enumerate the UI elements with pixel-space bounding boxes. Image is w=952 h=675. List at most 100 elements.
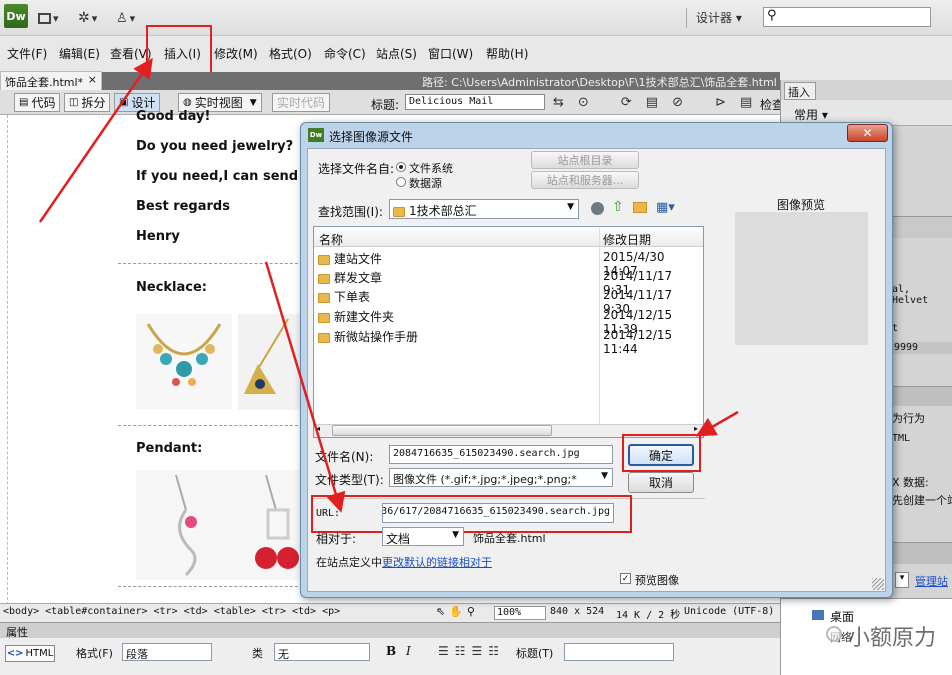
filename-label: 文件名(N): [315,450,374,464]
scroll-left-icon[interactable]: ◂ [316,424,320,433]
chevron-down-icon: ▼ [452,530,459,540]
email-line: Henry [136,229,180,244]
cancel-button[interactable]: 取消 [628,472,694,493]
menu-window[interactable]: 窗口(W) [428,45,473,62]
up-folder-icon[interactable]: ⇧ [612,199,624,215]
necklace-drawing [146,323,222,386]
column-name[interactable]: 名称 [319,231,343,248]
select-tool-icons[interactable]: ⇖✋⚲ [436,605,479,618]
title-attr-input[interactable] [564,643,674,661]
relative-select[interactable]: 文档 ▼ [382,527,464,546]
toolbar-icons[interactable]: ⇆⊙ ⟳▤⊘ ⊳▤ [553,95,766,110]
chevron-down-icon: ▼ [249,97,257,108]
canvas-margin [0,115,8,605]
filename-input[interactable]: 2084716635_615023490.search.jpg [389,445,613,464]
code-view-button[interactable]: ▤ 代码 [14,93,61,112]
manage-sites-link[interactable]: 管理站 [915,573,948,589]
format-select[interactable]: 段落 [122,643,212,661]
title-attr-label: 标题(T) [516,647,554,660]
email-line: Do you need jewelry? [136,139,294,154]
chevron-down-icon[interactable]: ▾ [895,572,909,588]
site-server-button[interactable]: 站点和服务器... [531,171,639,189]
live-code-label: 实时代码 [277,96,326,110]
design-icon: ▣ [119,97,129,108]
back-icon[interactable] [591,202,604,215]
resize-grip-icon[interactable] [872,578,884,590]
site-definition-note: 在站点定义中更改默认的链接相对于 [316,554,492,570]
menu-edit[interactable]: 编辑(E) [59,45,100,62]
bold-button[interactable]: B [386,644,396,658]
window-size[interactable]: 840 x 524 [550,606,604,617]
email-line: Best regards [136,199,230,214]
filetype-select[interactable]: 图像文件 (*.gif;*.jpg;*.jpeg;*.png;* ▼ [389,468,613,487]
new-folder-icon[interactable] [633,202,647,213]
image-preview [735,212,868,345]
table-border [118,263,308,264]
menu-format[interactable]: 格式(O) [269,45,312,62]
split-view-button[interactable]: ◫ 拆分 [64,93,111,112]
radio-datasource[interactable] [396,177,406,187]
preview-checkbox[interactable]: ✓ [620,573,631,584]
necklace-image-2[interactable] [238,314,302,410]
site-def-prefix: 在站点定义中 [316,556,382,569]
insert-category-select[interactable]: 常用 ▾ [794,106,828,123]
html-mode-button[interactable]: <> HTML [5,645,55,662]
menu-file[interactable]: 文件(F) [7,45,47,62]
radio-filesystem[interactable] [396,162,406,172]
encoding: Unicode (UTF-8) [684,606,775,617]
insert-panel-tab[interactable]: 插入 [784,82,816,100]
layout-menu-icon[interactable]: ▾ [38,9,59,27]
file-row[interactable]: 新建文件夹 2014/12/15 11:39 [318,308,698,336]
file-row[interactable]: 下单表 2014/11/17 9:30 [318,288,698,316]
menu-modify[interactable]: 修改(M) [214,45,258,62]
email-line: Good day! [136,109,211,124]
folder-icon [318,292,330,303]
scroll-right-icon[interactable]: ▸ [694,424,698,433]
panel-text: al, Helvet [892,284,929,306]
workspace-switcher[interactable]: 设计器 ▾ [696,9,742,26]
list-indent-icons[interactable]: ☰☷☰☷ [438,644,505,658]
highlight-ok-button [622,434,701,472]
highlight-insert-menu [146,25,212,78]
necklace-pendant-drawing [244,318,289,394]
file-row[interactable]: 新微站操作手册 2014/12/15 11:44 [318,328,698,356]
search-icon: ⚲ [767,8,777,23]
menu-commands[interactable]: 命令(C) [324,45,366,62]
zoom-select[interactable]: 100% [494,606,546,620]
file-row[interactable]: 群发文章 2014/11/17 9:31 [318,269,698,297]
italic-button[interactable]: I [406,644,411,658]
class-select[interactable]: 无 [274,643,370,661]
live-code-button[interactable]: 实时代码 [272,93,331,112]
menu-site[interactable]: 站点(S) [376,45,417,62]
change-default-link[interactable]: 更改默认的链接相对于 [382,556,492,569]
dreamweaver-logo: Dw [308,128,324,142]
radio-datasource-label: 数据源 [409,177,442,190]
site-icon[interactable]: ♙ ▾ [116,9,135,27]
file-row[interactable]: 建站文件 2015/4/30 14:07 [318,250,698,278]
filetype-value: 图像文件 (*.gif;*.jpg;*.jpeg;*.png;* [393,473,577,486]
lookin-value: 1技术部总汇 [409,204,477,218]
document-tab[interactable]: 饰品全套.html* × [0,71,102,90]
folder-icon [318,254,330,265]
tag-selector[interactable]: <body> <table#container> <tr> <td> <tabl… [3,606,340,617]
pendant-image[interactable] [136,470,302,580]
view-menu-icon[interactable]: ▦▾ [656,200,675,215]
relative-value: 文档 [386,532,411,546]
lookin-select[interactable]: 1技术部总汇 ▼ [389,199,579,219]
scrollbar-thumb[interactable] [332,425,552,436]
site-root-button[interactable]: 站点根目录 [531,151,639,169]
column-date[interactable]: 修改日期 [603,231,651,248]
watermark-text: 小额原力 [848,626,937,651]
search-input[interactable]: ⚲ [763,7,931,27]
preview-checkbox-label: 预览图像 [635,574,679,587]
title-input[interactable]: Delicious Mail [405,94,545,110]
gear-icon[interactable]: ✲ ▾ [78,9,97,27]
panel-text: 为行为 [892,412,925,425]
folder-icon [318,312,330,323]
close-icon[interactable]: ✕ [847,124,888,142]
properties-header: 属性 [0,622,780,639]
necklace-image-1[interactable] [136,314,232,410]
close-icon[interactable]: × [88,73,97,86]
html-mode-label: HTML [25,648,54,659]
menu-help[interactable]: 帮助(H) [486,45,528,62]
